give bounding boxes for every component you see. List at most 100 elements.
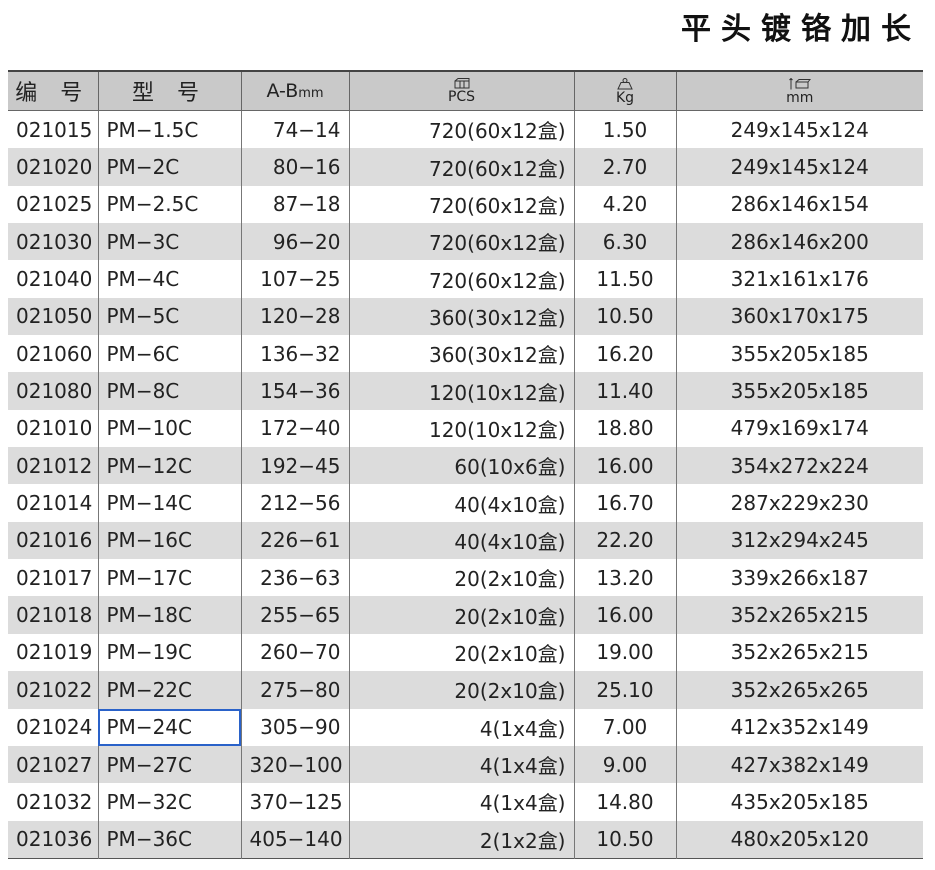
cell-ab[interactable]: 107−25 <box>240 260 349 298</box>
cell-dim[interactable]: 355x205x185 <box>675 372 923 410</box>
cell-code[interactable]: 021015 <box>8 111 98 149</box>
cell-dim[interactable]: 480x205x120 <box>675 820 923 859</box>
cell-dim[interactable]: 312x294x245 <box>675 521 923 560</box>
cell-dim[interactable]: 352x265x265 <box>675 671 923 709</box>
cell-model[interactable]: PM−16C <box>97 521 241 560</box>
table-row[interactable]: 021015 PM−1.5C 74−14 720(60x12盒) 1.50 249x145… <box>8 110 923 149</box>
cell-model[interactable]: PM−2C <box>97 148 241 186</box>
cell-pcs[interactable]: 720(60x12盒) <box>348 185 574 224</box>
cell-dim[interactable]: 360x170x175 <box>675 297 923 336</box>
cell-model[interactable]: PM−27C <box>97 745 241 784</box>
cell-dim[interactable]: 479x169x174 <box>675 409 923 448</box>
cell-dim[interactable]: 321x161x176 <box>675 260 923 298</box>
table-row[interactable]: 021027 PM−27C 320−100 4(1x4盒) 9.00 427x382x14… <box>8 745 923 784</box>
cell-kg[interactable]: 13.20 <box>573 559 676 597</box>
cell-dim[interactable]: 249x145x124 <box>675 110 923 149</box>
cell-model[interactable]: PM−36C <box>97 820 241 859</box>
cell-kg[interactable]: 7.00 <box>573 708 676 746</box>
cell-code[interactable]: 021030 <box>8 223 98 261</box>
cell-kg[interactable]: 10.50 <box>573 820 676 859</box>
cell-model[interactable]: PM−19C <box>97 633 241 672</box>
cell-kg[interactable]: 10.50 <box>573 297 676 336</box>
cell-model[interactable]: PM−4C <box>97 260 241 298</box>
cell-pcs[interactable]: 20(2x10盒) <box>348 633 574 672</box>
cell-model[interactable]: PM−14C <box>97 484 241 522</box>
cell-code[interactable]: 021020 <box>8 148 98 186</box>
table-row[interactable]: 021020 PM−2C 80−16 720(60x12盒) 2.70 249x145x1… <box>8 148 923 186</box>
cell-dim[interactable]: 427x382x149 <box>675 745 923 784</box>
cell-dim[interactable]: 287x229x230 <box>675 484 923 522</box>
cell-code[interactable]: 021012 <box>8 447 98 485</box>
cell-dim[interactable]: 354x272x224 <box>675 447 923 485</box>
cell-code[interactable]: 021010 <box>8 410 98 447</box>
cell-kg[interactable]: 11.50 <box>573 260 676 298</box>
cell-model[interactable]: PM−1.5C <box>97 110 241 149</box>
cell-pcs[interactable]: 4(1x4盒) <box>348 745 574 784</box>
cell-ab[interactable]: 192−45 <box>240 447 349 485</box>
cell-ab[interactable]: 260−70 <box>240 633 349 672</box>
table-row[interactable]: 021050 PM−5C 120−28 360(30x12盒) 10.50 360x170… <box>8 297 923 336</box>
cell-ab[interactable]: 320−100 <box>240 745 349 784</box>
cell-pcs[interactable]: 40(4x10盒) <box>348 521 574 560</box>
cell-dim[interactable]: 352x265x215 <box>675 633 923 672</box>
table-row[interactable]: 021040 PM−4C 107−25 720(60x12盒) 11.50 321x161… <box>8 260 923 298</box>
cell-code[interactable]: 021019 <box>8 634 98 671</box>
cell-ab[interactable]: 405−140 <box>240 820 349 859</box>
cell-dim[interactable]: 286x146x154 <box>675 185 923 224</box>
cell-code[interactable]: 021040 <box>8 260 98 297</box>
table-row[interactable]: 021024 PM−24C 305−90 4(1x4盒) 7.00 412x352x149 <box>8 708 923 746</box>
cell-code[interactable]: 021050 <box>8 297 98 336</box>
cell-code[interactable]: 021024 <box>8 709 98 746</box>
cell-pcs[interactable]: 20(2x10盒) <box>348 559 574 597</box>
cell-pcs[interactable]: 720(60x12盒) <box>348 110 574 149</box>
cell-dim[interactable]: 435x205x185 <box>675 783 923 821</box>
cell-pcs[interactable]: 40(4x10盒) <box>348 484 574 522</box>
cell-ab[interactable]: 96−20 <box>240 223 349 261</box>
cell-model[interactable]: PM−18C <box>97 596 241 634</box>
cell-model[interactable]: PM−5C <box>97 297 241 336</box>
cell-ab[interactable]: 212−56 <box>240 484 349 522</box>
cell-pcs[interactable]: 120(10x12盒) <box>348 409 574 448</box>
cell-ab[interactable]: 172−40 <box>240 409 349 448</box>
table-row[interactable]: 021060 PM−6C 136−32 360(30x12盒) 16.20 355x205… <box>8 335 923 373</box>
table-row[interactable]: 021016 PM−16C 226−61 40(4x10盒) 22.20 312x294x… <box>8 521 923 560</box>
cell-pcs[interactable]: 360(30x12盒) <box>348 297 574 336</box>
cell-ab[interactable]: 236−63 <box>240 559 349 597</box>
cell-code[interactable]: 021036 <box>8 820 98 859</box>
cell-code[interactable]: 021060 <box>8 335 98 372</box>
cell-ab[interactable]: 80−16 <box>240 148 349 186</box>
cell-kg[interactable]: 19.00 <box>573 633 676 672</box>
cell-code[interactable]: 021032 <box>8 783 98 820</box>
table-row[interactable]: 021018 PM−18C 255−65 20(2x10盒) 16.00 352x265x… <box>8 596 923 634</box>
cell-kg[interactable]: 25.10 <box>573 671 676 709</box>
cell-dim[interactable]: 249x145x124 <box>675 148 923 186</box>
cell-code[interactable]: 021014 <box>8 484 98 521</box>
cell-ab[interactable]: 154−36 <box>240 372 349 410</box>
cell-model[interactable]: PM−2.5C <box>97 185 241 224</box>
table-row[interactable]: 021032 PM−32C 370−125 4(1x4盒) 14.80 435x205x1… <box>8 783 923 821</box>
cell-ab[interactable]: 275−80 <box>240 671 349 709</box>
cell-model[interactable]: PM−32C <box>97 783 241 821</box>
cell-pcs[interactable]: 720(60x12盒) <box>348 260 574 298</box>
cell-code[interactable]: 021017 <box>8 559 98 596</box>
cell-model[interactable]: PM−6C <box>97 335 241 373</box>
cell-model[interactable]: PM−8C <box>97 372 241 410</box>
cell-ab[interactable]: 136−32 <box>240 335 349 373</box>
cell-code[interactable]: 021022 <box>8 671 98 709</box>
cell-kg[interactable]: 18.80 <box>573 409 676 448</box>
table-row[interactable]: 021025 PM−2.5C 87−18 720(60x12盒) 4.20 286x146… <box>8 185 923 224</box>
cell-model[interactable]: PM−22C <box>97 671 241 709</box>
cell-model[interactable]: PM−17C <box>97 559 241 597</box>
cell-kg[interactable]: 1.50 <box>573 110 676 149</box>
table-row[interactable]: 021014 PM−14C 212−56 40(4x10盒) 16.70 287x229x… <box>8 484 923 522</box>
cell-kg[interactable]: 16.20 <box>573 335 676 373</box>
cell-code[interactable]: 021018 <box>8 596 98 634</box>
table-row[interactable]: 021012 PM−12C 192−45 60(10x6盒) 16.00 354x272x… <box>8 447 923 485</box>
table-row[interactable]: 021010 PM−10C 172−40 120(10x12盒) 18.80 479x16… <box>8 409 923 448</box>
table-row[interactable]: 021080 PM−8C 154−36 120(10x12盒) 11.40 355x205… <box>8 372 923 410</box>
cell-ab[interactable]: 87−18 <box>240 185 349 224</box>
cell-pcs[interactable]: 2(1x2盒) <box>348 820 574 859</box>
cell-kg[interactable]: 14.80 <box>573 783 676 821</box>
cell-dim[interactable]: 286x146x200 <box>675 223 923 261</box>
cell-pcs[interactable]: 120(10x12盒) <box>348 372 574 410</box>
